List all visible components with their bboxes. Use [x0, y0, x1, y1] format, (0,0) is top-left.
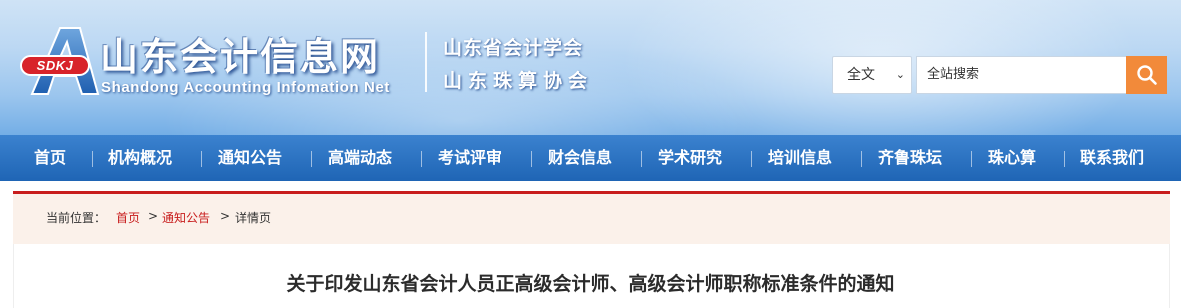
search-icon — [1136, 65, 1157, 85]
nav-separator — [201, 151, 202, 167]
nav-separator — [311, 151, 312, 167]
site-subtitle: Shandong Accounting Infomation Net — [101, 79, 390, 96]
nav-item-home[interactable]: 首页 — [34, 135, 66, 181]
search-scope-value: 全文 — [847, 67, 875, 83]
nav-separator — [971, 151, 972, 167]
main-nav: 首页 机构概况 通知公告 高端动态 考试评审 财会信息 学术研究 培训信息 齐鲁… — [0, 135, 1181, 181]
nav-separator — [751, 151, 752, 167]
nav-item-abacus[interactable]: 珠心算 — [988, 135, 1036, 181]
site-title[interactable]: 山东会计信息网 — [100, 26, 380, 81]
search-button[interactable] — [1126, 56, 1167, 94]
site-header: SDKJ 山东会计信息网 Shandong Accounting Infomat… — [0, 0, 1181, 135]
search-input[interactable]: 全站搜索 — [916, 56, 1126, 94]
nav-separator — [421, 151, 422, 167]
nav-separator — [861, 151, 862, 167]
breadcrumb: 当前位置： 首页 > 通知公告 > 详情页 — [13, 191, 1170, 244]
breadcrumb-separator: > — [220, 209, 231, 223]
nav-item-training[interactable]: 培训信息 — [768, 135, 832, 181]
breadcrumb-current: 详情页 — [235, 211, 272, 225]
chevron-down-icon: ⌄ — [895, 68, 905, 81]
nav-item-forum[interactable]: 齐鲁珠坛 — [878, 135, 942, 181]
nav-item-news[interactable]: 高端动态 — [328, 135, 392, 181]
breadcrumb-home-link[interactable]: 首页 — [116, 209, 140, 226]
association-name-2: 山东珠算协会 — [443, 70, 594, 92]
nav-separator — [641, 151, 642, 167]
nav-item-exams[interactable]: 考试评审 — [438, 135, 502, 181]
nav-item-finance[interactable]: 财会信息 — [548, 135, 612, 181]
search-scope-select[interactable]: 全文 ⌄ — [832, 56, 912, 94]
nav-item-about[interactable]: 机构概况 — [108, 135, 172, 181]
nav-separator — [92, 151, 93, 167]
nav-separator — [1064, 151, 1065, 167]
nav-item-notices[interactable]: 通知公告 — [218, 135, 282, 181]
association-name-1: 山东省会计学会 — [443, 37, 584, 59]
nav-item-research[interactable]: 学术研究 — [658, 135, 722, 181]
header-divider — [425, 32, 427, 92]
breadcrumb-separator: > — [148, 209, 159, 223]
nav-separator — [531, 151, 532, 167]
nav-item-contact[interactable]: 联系我们 — [1080, 135, 1144, 181]
logo-badge: SDKJ — [20, 55, 90, 76]
breadcrumb-notices-link[interactable]: 通知公告 — [162, 209, 210, 226]
article-title: 关于印发山东省会计人员正高级会计师、高级会计师职称标准条件的通知 — [286, 273, 895, 295]
breadcrumb-prefix: 当前位置： — [46, 211, 107, 225]
